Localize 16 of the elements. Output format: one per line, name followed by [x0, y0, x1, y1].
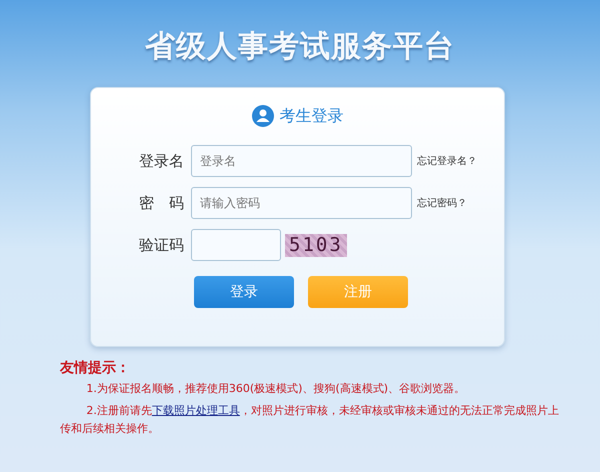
captcha-field[interactable]	[191, 229, 281, 261]
note-text: 1.为保证报名顺畅，推荐使用360(极速模式)、搜狗(高速模式)、谷歌浏览器。	[85, 381, 466, 397]
field-label: 验证码	[139, 236, 185, 254]
note-text: 2.注册前请先下载照片处理工具，对照片进行审核，未经审核或审核未通过的无法正常完成照片上传和后续相关操作。	[60, 403, 560, 437]
field-label: 登录名	[139, 152, 185, 170]
forgot-link[interactable]: 忘记登录名？	[417, 154, 477, 168]
forgot-link[interactable]: 忘记密码？	[417, 196, 467, 210]
user-icon	[252, 105, 274, 127]
notes-title: 友情提示：	[60, 359, 131, 377]
download-link[interactable]: 下载照片处理工具	[152, 404, 240, 417]
login-title: 考生登录	[280, 106, 344, 126]
captcha-image[interactable]: 5103	[285, 234, 347, 256]
input-field[interactable]: 请输入密码	[191, 187, 412, 219]
field-label: 密 码	[139, 194, 185, 212]
input-field[interactable]: 登录名	[191, 145, 412, 177]
page-title: 省级人事考试服务平台	[145, 28, 455, 66]
